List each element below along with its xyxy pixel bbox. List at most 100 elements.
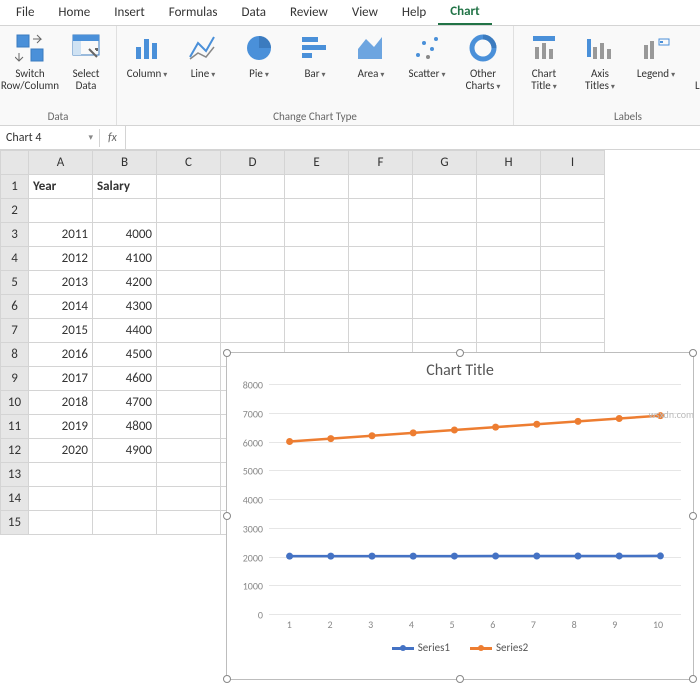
cell-E3[interactable] xyxy=(285,223,349,247)
chart-data-point[interactable] xyxy=(410,429,417,436)
cell-I6[interactable] xyxy=(541,295,605,319)
chart-data-point[interactable] xyxy=(616,415,623,422)
cell-F5[interactable] xyxy=(349,271,413,295)
other-charts-button[interactable]: Other Charts xyxy=(459,30,507,92)
tab-formulas[interactable]: Formulas xyxy=(157,1,230,24)
cell-H2[interactable] xyxy=(477,199,541,223)
chart-data-point[interactable] xyxy=(657,552,664,559)
cell-E4[interactable] xyxy=(285,247,349,271)
cell-A6[interactable]: 2014 xyxy=(29,295,93,319)
cell-C1[interactable] xyxy=(157,175,221,199)
chart-data-point[interactable] xyxy=(369,553,376,560)
cell-D3[interactable] xyxy=(221,223,285,247)
cell-A1[interactable]: Year xyxy=(29,175,93,199)
tab-review[interactable]: Review xyxy=(278,1,340,24)
cell-B6[interactable]: 4300 xyxy=(93,295,157,319)
chart-data-point[interactable] xyxy=(327,553,334,560)
cell-A14[interactable] xyxy=(29,487,93,511)
row-header-3[interactable]: 3 xyxy=(1,223,29,247)
cell-C15[interactable] xyxy=(157,511,221,535)
cell-C11[interactable] xyxy=(157,415,221,439)
cell-A5[interactable]: 2013 xyxy=(29,271,93,295)
cell-G1[interactable] xyxy=(413,175,477,199)
cell-A2[interactable] xyxy=(29,199,93,223)
chart-data-point[interactable] xyxy=(533,553,540,560)
chart-data-point[interactable] xyxy=(410,553,417,560)
row-header-15[interactable]: 15 xyxy=(1,511,29,535)
cell-A3[interactable]: 2011 xyxy=(29,223,93,247)
chart-data-point[interactable] xyxy=(286,553,293,560)
cell-B11[interactable]: 4800 xyxy=(93,415,157,439)
chart-title-text[interactable]: Chart Title xyxy=(227,353,693,384)
cell-C12[interactable] xyxy=(157,439,221,463)
chart-data-point[interactable] xyxy=(451,427,458,434)
cell-C9[interactable] xyxy=(157,367,221,391)
row-header-6[interactable]: 6 xyxy=(1,295,29,319)
cell-C5[interactable] xyxy=(157,271,221,295)
row-header-7[interactable]: 7 xyxy=(1,319,29,343)
row-header-9[interactable]: 9 xyxy=(1,367,29,391)
row-header-11[interactable]: 11 xyxy=(1,415,29,439)
tab-file[interactable]: File xyxy=(4,1,46,24)
bar-chart-button[interactable]: Bar xyxy=(291,30,339,80)
cell-C8[interactable] xyxy=(157,343,221,367)
cell-B9[interactable]: 4600 xyxy=(93,367,157,391)
axis-titles-button[interactable]: Axis Titles xyxy=(576,30,624,92)
cell-A11[interactable]: 2019 xyxy=(29,415,93,439)
col-header-B[interactable]: B xyxy=(93,151,157,175)
tab-chart[interactable]: Chart xyxy=(438,0,491,25)
line-chart-button[interactable]: Line xyxy=(179,30,227,80)
row-header-8[interactable]: 8 xyxy=(1,343,29,367)
col-header-H[interactable]: H xyxy=(477,151,541,175)
cell-D2[interactable] xyxy=(221,199,285,223)
embedded-chart[interactable]: Chart Title 0100020003000400050006000700… xyxy=(226,352,694,680)
cell-C14[interactable] xyxy=(157,487,221,511)
row-header-2[interactable]: 2 xyxy=(1,199,29,223)
col-header-C[interactable]: C xyxy=(157,151,221,175)
scatter-chart-button[interactable]: Scatter xyxy=(403,30,451,80)
col-header-A[interactable]: A xyxy=(29,151,93,175)
cell-A13[interactable] xyxy=(29,463,93,487)
row-header-5[interactable]: 5 xyxy=(1,271,29,295)
cell-C4[interactable] xyxy=(157,247,221,271)
select-data-button[interactable]: Select Data xyxy=(62,30,110,92)
cell-H1[interactable] xyxy=(477,175,541,199)
chart-data-point[interactable] xyxy=(575,418,582,425)
cell-C13[interactable] xyxy=(157,463,221,487)
cell-C2[interactable] xyxy=(157,199,221,223)
cell-H5[interactable] xyxy=(477,271,541,295)
col-header-F[interactable]: F xyxy=(349,151,413,175)
cell-F7[interactable] xyxy=(349,319,413,343)
tab-data[interactable]: Data xyxy=(229,1,278,24)
cell-H6[interactable] xyxy=(477,295,541,319)
chart-data-point[interactable] xyxy=(533,421,540,428)
switch-row-column-button[interactable]: Switch Row/Column xyxy=(6,30,54,92)
chart-data-point[interactable] xyxy=(327,435,334,442)
cell-D4[interactable] xyxy=(221,247,285,271)
cell-F3[interactable] xyxy=(349,223,413,247)
column-chart-button[interactable]: Column xyxy=(123,30,171,80)
chart-legend[interactable]: Series1 Series2 xyxy=(227,631,693,654)
cell-E5[interactable] xyxy=(285,271,349,295)
row-header-12[interactable]: 12 xyxy=(1,439,29,463)
chart-data-point[interactable] xyxy=(492,553,499,560)
col-header-I[interactable]: I xyxy=(541,151,605,175)
row-header-4[interactable]: 4 xyxy=(1,247,29,271)
col-header-G[interactable]: G xyxy=(413,151,477,175)
data-labels-button[interactable]: Data Labels xyxy=(688,30,700,92)
select-all-cell[interactable] xyxy=(1,151,29,175)
cell-I1[interactable] xyxy=(541,175,605,199)
cell-C10[interactable] xyxy=(157,391,221,415)
cell-B5[interactable]: 4200 xyxy=(93,271,157,295)
cell-E6[interactable] xyxy=(285,295,349,319)
cell-E2[interactable] xyxy=(285,199,349,223)
row-header-10[interactable]: 10 xyxy=(1,391,29,415)
cell-G6[interactable] xyxy=(413,295,477,319)
chart-data-point[interactable] xyxy=(451,553,458,560)
chart-data-point[interactable] xyxy=(369,432,376,439)
cell-A4[interactable]: 2012 xyxy=(29,247,93,271)
cell-H4[interactable] xyxy=(477,247,541,271)
chart-data-point[interactable] xyxy=(286,438,293,445)
tab-view[interactable]: View xyxy=(340,1,390,24)
cell-B1[interactable]: Salary xyxy=(93,175,157,199)
